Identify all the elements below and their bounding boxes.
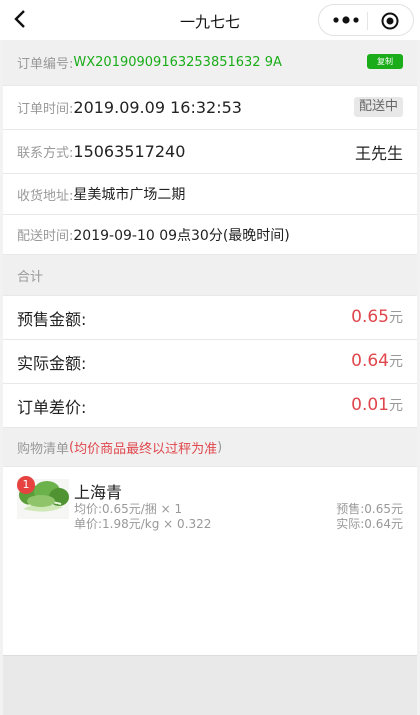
shopping-note: 均价商品最终以过秤为准 [74, 441, 218, 457]
list-item[interactable]: 1 上海青 均价:0.65元/捆 × 1 单价:1.98元/kg × 0.322… [3, 467, 417, 545]
contact-phone[interactable]: 15063517240 [73, 142, 185, 161]
actual-amount-unit: 元 [389, 354, 403, 370]
presale-amount-unit: 元 [389, 310, 403, 326]
nav-bar: 一九七七 [0, 0, 420, 40]
quantity-badge: 1 [17, 476, 35, 494]
difference-amount: 0.01元 [351, 395, 403, 415]
actual-amount-value: 0.64 [351, 351, 389, 371]
order-detail: 订单编号: WX20190909163253851632 9A 复制 订单时间:… [3, 40, 417, 715]
shopping-list-header: 购物清单 ( 均价商品最终以过秤为准 ) [3, 428, 417, 467]
status-badge: 配送中 [353, 97, 403, 117]
contact-row: 联系方式: 15063517240 王先生 [3, 130, 417, 174]
mini-program-capsule [318, 4, 414, 36]
order-number-value: WX20190909163253851632 9A [73, 55, 282, 70]
address-value: 星美城市广场二期 [73, 187, 186, 203]
more-icon[interactable] [331, 15, 361, 25]
contact-name: 王先生 [354, 144, 403, 163]
order-time-label: 订单时间: [17, 102, 74, 117]
close-miniprogram-icon[interactable] [381, 12, 399, 30]
product-actual-price: 实际:0.64元 [336, 517, 403, 531]
delivery-time-value: 2019-09-10 09点30分(最晚时间) [73, 227, 290, 244]
product-unit-price: 单价:1.98元/kg × 0.322 [74, 517, 212, 531]
shopping-note-close: ) [217, 439, 223, 455]
totals-header-label: 合计 [17, 269, 44, 285]
difference-amount-label: 订单差价: [17, 397, 87, 417]
contact-label: 联系方式: [17, 146, 74, 161]
delivery-time-label: 配送时间: [17, 229, 74, 244]
capsule-divider [367, 12, 368, 30]
difference-amount-value: 0.01 [351, 395, 389, 415]
address-label: 收货地址: [17, 188, 74, 204]
difference-amount-row: 订单差价: 0.01元 [3, 384, 417, 428]
totals-header: 合计 [3, 255, 417, 296]
delivery-time-row: 配送时间: 2019-09-10 09点30分(最晚时间) [3, 215, 417, 255]
order-time-value: 2019.09.09 16:32:53 [73, 98, 242, 117]
address-row: 收货地址: 星美城市广场二期 [3, 174, 417, 215]
bottom-bar [3, 655, 417, 715]
actual-amount-label: 实际金额: [17, 353, 87, 373]
order-number-row: 订单编号: WX20190909163253851632 9A 复制 [3, 40, 417, 86]
presale-amount-value: 0.65 [351, 307, 389, 327]
copy-button[interactable]: 复制 [367, 54, 403, 69]
order-number-label: 订单编号: [17, 57, 74, 72]
presale-amount: 0.65元 [351, 307, 403, 327]
order-time-row: 订单时间: 2019.09.09 16:32:53 配送中 [3, 86, 417, 130]
presale-amount-label: 预售金额: [17, 309, 87, 329]
difference-amount-unit: 元 [389, 398, 403, 414]
shopping-list-title: 购物清单 [17, 441, 70, 457]
presale-amount-row: 预售金额: 0.65元 [3, 296, 417, 340]
actual-amount-row: 实际金额: 0.64元 [3, 340, 417, 384]
actual-amount: 0.64元 [351, 351, 403, 371]
